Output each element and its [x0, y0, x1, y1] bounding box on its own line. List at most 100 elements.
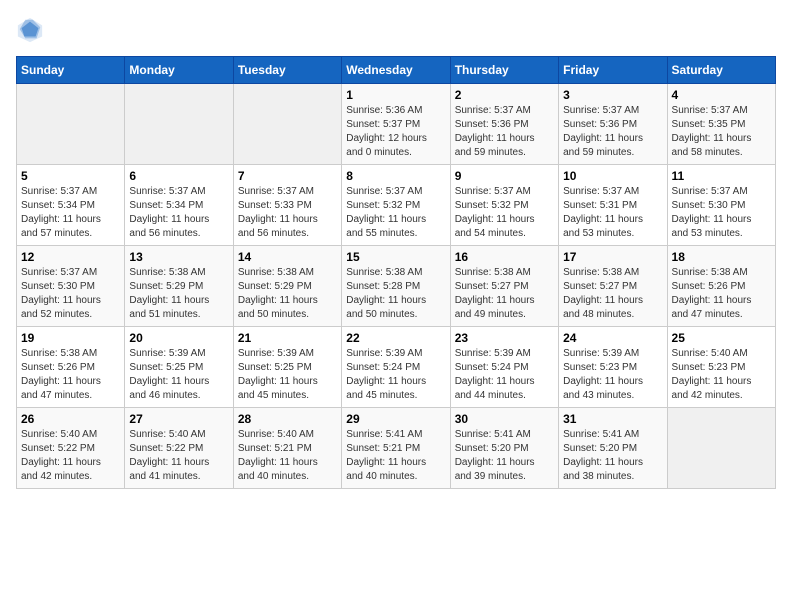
day-number: 27	[129, 412, 228, 426]
day-info: Sunrise: 5:37 AM Sunset: 5:32 PM Dayligh…	[455, 185, 554, 241]
day-number: 18	[672, 250, 771, 264]
calendar-cell	[17, 84, 125, 165]
calendar-cell: 17 Sunrise: 5:38 AM Sunset: 5:27 PM Dayli…	[559, 246, 667, 327]
day-number: 7	[238, 169, 337, 183]
day-info: Sunrise: 5:38 AM Sunset: 5:29 PM Dayligh…	[129, 266, 228, 322]
day-info: Sunrise: 5:38 AM Sunset: 5:27 PM Dayligh…	[455, 266, 554, 322]
day-info: Sunrise: 5:40 AM Sunset: 5:21 PM Dayligh…	[238, 428, 337, 484]
day-number: 19	[21, 331, 120, 345]
day-number: 9	[455, 169, 554, 183]
day-number: 11	[672, 169, 771, 183]
day-info: Sunrise: 5:37 AM Sunset: 5:35 PM Dayligh…	[672, 104, 771, 160]
day-number: 12	[21, 250, 120, 264]
calendar-cell: 13 Sunrise: 5:38 AM Sunset: 5:29 PM Dayli…	[125, 246, 233, 327]
calendar-cell: 16 Sunrise: 5:38 AM Sunset: 5:27 PM Dayli…	[450, 246, 558, 327]
day-number: 14	[238, 250, 337, 264]
day-number: 15	[346, 250, 445, 264]
calendar-cell: 8 Sunrise: 5:37 AM Sunset: 5:32 PM Daylig…	[342, 165, 450, 246]
day-number: 13	[129, 250, 228, 264]
day-number: 21	[238, 331, 337, 345]
weekday-header-sunday: Sunday	[17, 57, 125, 84]
weekday-header-tuesday: Tuesday	[233, 57, 341, 84]
calendar-cell: 15 Sunrise: 5:38 AM Sunset: 5:28 PM Dayli…	[342, 246, 450, 327]
calendar-cell: 9 Sunrise: 5:37 AM Sunset: 5:32 PM Daylig…	[450, 165, 558, 246]
day-number: 26	[21, 412, 120, 426]
day-number: 28	[238, 412, 337, 426]
calendar-cell: 12 Sunrise: 5:37 AM Sunset: 5:30 PM Dayli…	[17, 246, 125, 327]
calendar-cell: 19Sunrise: 5:38 AM Sunset: 5:26 PM Dayli…	[17, 327, 125, 408]
calendar-week-row: 26 Sunrise: 5:40 AM Sunset: 5:22 PM Dayli…	[17, 408, 776, 489]
calendar-cell: 25 Sunrise: 5:40 AM Sunset: 5:23 PM Dayli…	[667, 327, 775, 408]
calendar-cell: 5 Sunrise: 5:37 AM Sunset: 5:34 PM Daylig…	[17, 165, 125, 246]
day-number: 25	[672, 331, 771, 345]
calendar-cell: 14 Sunrise: 5:38 AM Sunset: 5:29 PM Dayli…	[233, 246, 341, 327]
day-number: 23	[455, 331, 554, 345]
day-info: Sunrise: 5:37 AM Sunset: 5:33 PM Dayligh…	[238, 185, 337, 241]
day-info: Sunrise: 5:39 AM Sunset: 5:25 PM Dayligh…	[238, 347, 337, 403]
day-number: 16	[455, 250, 554, 264]
page-header	[16, 16, 776, 44]
calendar-cell: 23 Sunrise: 5:39 AM Sunset: 5:24 PM Dayli…	[450, 327, 558, 408]
weekday-header-saturday: Saturday	[667, 57, 775, 84]
day-info: Sunrise: 5:37 AM Sunset: 5:30 PM Dayligh…	[672, 185, 771, 241]
calendar-cell: 6 Sunrise: 5:37 AM Sunset: 5:34 PM Daylig…	[125, 165, 233, 246]
calendar-week-row: 12 Sunrise: 5:37 AM Sunset: 5:30 PM Dayli…	[17, 246, 776, 327]
day-number: 5	[21, 169, 120, 183]
day-info: Sunrise: 5:37 AM Sunset: 5:34 PM Dayligh…	[129, 185, 228, 241]
calendar-cell: 31 Sunrise: 5:41 AM Sunset: 5:20 PM Dayli…	[559, 408, 667, 489]
calendar-cell: 18 Sunrise: 5:38 AM Sunset: 5:26 PM Dayli…	[667, 246, 775, 327]
day-number: 31	[563, 412, 662, 426]
logo	[16, 16, 48, 44]
calendar-week-row: 5 Sunrise: 5:37 AM Sunset: 5:34 PM Daylig…	[17, 165, 776, 246]
calendar-table: SundayMondayTuesdayWednesdayThursdayFrid…	[16, 56, 776, 489]
day-number: 30	[455, 412, 554, 426]
calendar-cell: 7 Sunrise: 5:37 AM Sunset: 5:33 PM Daylig…	[233, 165, 341, 246]
day-info: Sunrise: 5:38 AM Sunset: 5:29 PM Dayligh…	[238, 266, 337, 322]
day-info: Sunrise: 5:40 AM Sunset: 5:22 PM Dayligh…	[129, 428, 228, 484]
day-info: Sunrise: 5:37 AM Sunset: 5:30 PM Dayligh…	[21, 266, 120, 322]
day-number: 20	[129, 331, 228, 345]
calendar-cell: 3 Sunrise: 5:37 AM Sunset: 5:36 PM Daylig…	[559, 84, 667, 165]
day-info: Sunrise: 5:40 AM Sunset: 5:23 PM Dayligh…	[672, 347, 771, 403]
day-info: Sunrise: 5:37 AM Sunset: 5:32 PM Dayligh…	[346, 185, 445, 241]
day-number: 10	[563, 169, 662, 183]
calendar-cell: 20 Sunrise: 5:39 AM Sunset: 5:25 PM Dayli…	[125, 327, 233, 408]
day-info: Sunrise: 5:41 AM Sunset: 5:21 PM Dayligh…	[346, 428, 445, 484]
calendar-cell: 2Sunrise: 5:37 AM Sunset: 5:36 PM Daylig…	[450, 84, 558, 165]
day-info: Sunrise: 5:39 AM Sunset: 5:24 PM Dayligh…	[455, 347, 554, 403]
day-info: Sunrise: 5:41 AM Sunset: 5:20 PM Dayligh…	[455, 428, 554, 484]
day-number: 17	[563, 250, 662, 264]
day-number: 3	[563, 88, 662, 102]
day-info: Sunrise: 5:38 AM Sunset: 5:28 PM Dayligh…	[346, 266, 445, 322]
weekday-header-row: SundayMondayTuesdayWednesdayThursdayFrid…	[17, 57, 776, 84]
day-info: Sunrise: 5:37 AM Sunset: 5:36 PM Dayligh…	[563, 104, 662, 160]
calendar-cell: 10Sunrise: 5:37 AM Sunset: 5:31 PM Dayli…	[559, 165, 667, 246]
calendar-cell: 28 Sunrise: 5:40 AM Sunset: 5:21 PM Dayli…	[233, 408, 341, 489]
calendar-week-row: 19Sunrise: 5:38 AM Sunset: 5:26 PM Dayli…	[17, 327, 776, 408]
calendar-cell: 24 Sunrise: 5:39 AM Sunset: 5:23 PM Dayli…	[559, 327, 667, 408]
day-info: Sunrise: 5:37 AM Sunset: 5:34 PM Dayligh…	[21, 185, 120, 241]
calendar-cell: 30 Sunrise: 5:41 AM Sunset: 5:20 PM Dayli…	[450, 408, 558, 489]
day-info: Sunrise: 5:39 AM Sunset: 5:24 PM Dayligh…	[346, 347, 445, 403]
weekday-header-wednesday: Wednesday	[342, 57, 450, 84]
day-number: 6	[129, 169, 228, 183]
day-info: Sunrise: 5:41 AM Sunset: 5:20 PM Dayligh…	[563, 428, 662, 484]
calendar-cell	[233, 84, 341, 165]
logo-icon	[16, 16, 44, 44]
day-number: 1	[346, 88, 445, 102]
calendar-cell	[125, 84, 233, 165]
day-number: 4	[672, 88, 771, 102]
calendar-week-row: 1Sunrise: 5:36 AM Sunset: 5:37 PM Daylig…	[17, 84, 776, 165]
calendar-cell: 29 Sunrise: 5:41 AM Sunset: 5:21 PM Dayli…	[342, 408, 450, 489]
calendar-cell: 1Sunrise: 5:36 AM Sunset: 5:37 PM Daylig…	[342, 84, 450, 165]
calendar-cell: 26Sunrise: 5:40 AM Sunset: 5:22 PM Dayli…	[17, 408, 125, 489]
day-info: Sunrise: 5:38 AM Sunset: 5:27 PM Dayligh…	[563, 266, 662, 322]
day-number: 24	[563, 331, 662, 345]
day-info: Sunrise: 5:39 AM Sunset: 5:23 PM Dayligh…	[563, 347, 662, 403]
day-info: Sunrise: 5:39 AM Sunset: 5:25 PM Dayligh…	[129, 347, 228, 403]
weekday-header-friday: Friday	[559, 57, 667, 84]
day-number: 29	[346, 412, 445, 426]
calendar-cell	[667, 408, 775, 489]
day-number: 8	[346, 169, 445, 183]
day-info: Sunrise: 5:38 AM Sunset: 5:26 PM Dayligh…	[672, 266, 771, 322]
